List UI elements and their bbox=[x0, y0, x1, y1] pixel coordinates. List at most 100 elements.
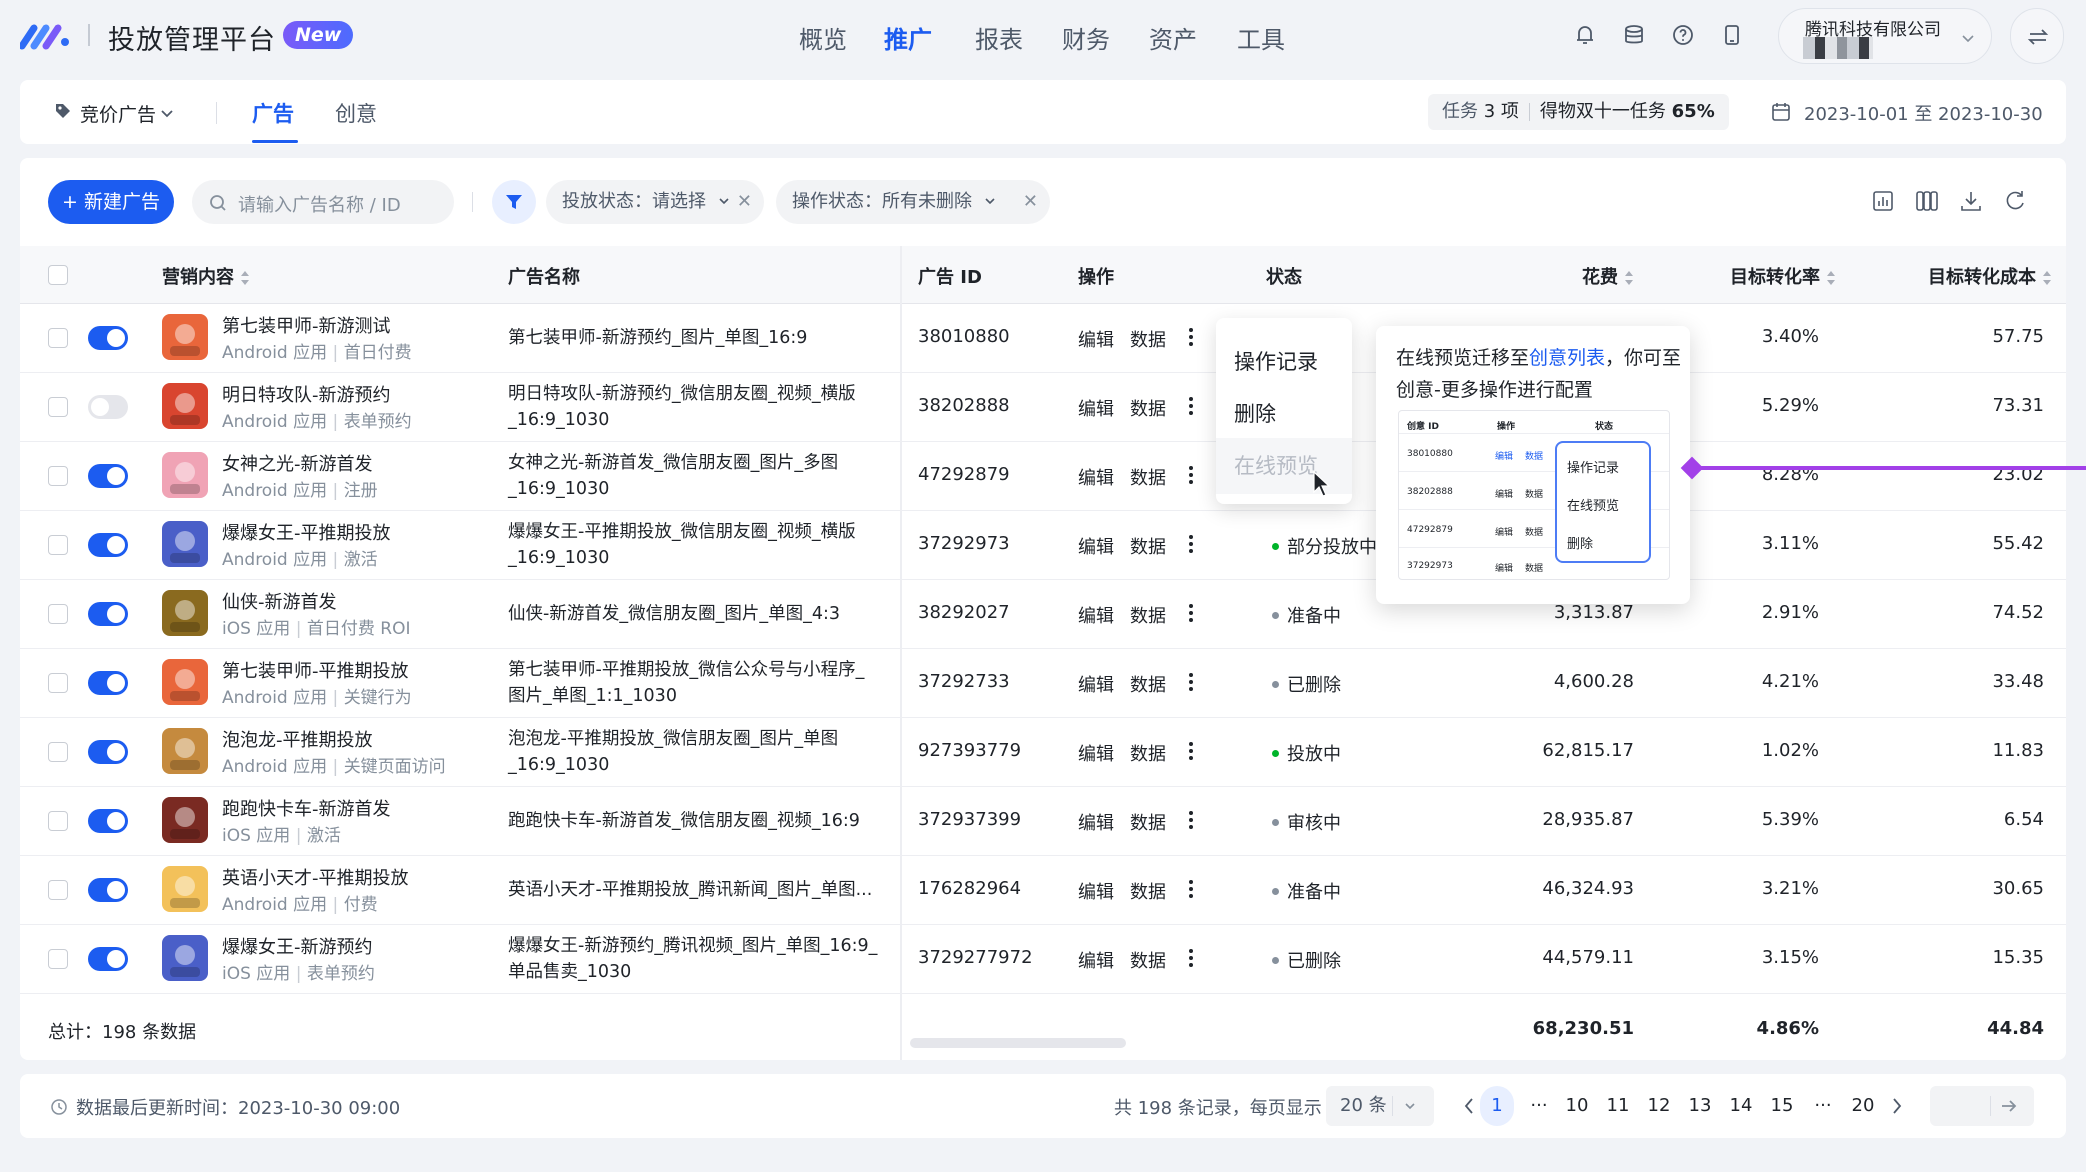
menu-item-online-preview[interactable]: 在线预览 bbox=[1234, 450, 1318, 480]
edit-link[interactable]: 编辑 bbox=[1078, 602, 1114, 628]
delivery-toggle[interactable] bbox=[88, 602, 128, 626]
clear-filter-icon[interactable]: ✕ bbox=[737, 180, 752, 224]
row-checkbox[interactable] bbox=[48, 949, 68, 969]
row-checkbox[interactable] bbox=[48, 328, 68, 348]
ad-type-dropdown[interactable]: 竞价广告 bbox=[80, 100, 156, 127]
edit-link[interactable]: 编辑 bbox=[1078, 326, 1114, 352]
more-actions-icon[interactable] bbox=[1188, 878, 1194, 900]
sort-icon[interactable] bbox=[1624, 270, 1634, 286]
delivery-toggle[interactable] bbox=[88, 947, 128, 971]
data-link[interactable]: 数据 bbox=[1130, 809, 1166, 835]
page-15[interactable]: 15 bbox=[1765, 1086, 1799, 1126]
edit-link[interactable]: 编辑 bbox=[1078, 878, 1114, 904]
delivery-toggle[interactable] bbox=[88, 395, 128, 419]
data-link[interactable]: 数据 bbox=[1130, 395, 1166, 421]
row-checkbox[interactable] bbox=[48, 466, 68, 486]
search-input[interactable]: 请输入广告名称 / ID bbox=[192, 180, 454, 224]
help-icon[interactable] bbox=[1670, 22, 1696, 48]
row-checkbox[interactable] bbox=[48, 604, 68, 624]
sort-icon[interactable] bbox=[1826, 270, 1836, 286]
brand-logo-icon[interactable] bbox=[20, 20, 72, 50]
delivery-status-filter[interactable]: 投放状态：请选择 ✕ bbox=[546, 180, 764, 224]
calendar-icon[interactable] bbox=[1770, 101, 1792, 123]
header-conversion-cost[interactable]: 目标转化成本 bbox=[1928, 263, 2052, 289]
row-checkbox[interactable] bbox=[48, 742, 68, 762]
nav-assets[interactable]: 资产 bbox=[1149, 20, 1197, 55]
chart-icon[interactable] bbox=[1870, 188, 1896, 214]
edit-link[interactable]: 编辑 bbox=[1078, 533, 1114, 559]
more-actions-icon[interactable] bbox=[1188, 740, 1194, 762]
delivery-toggle[interactable] bbox=[88, 464, 128, 488]
row-checkbox[interactable] bbox=[48, 673, 68, 693]
delivery-toggle[interactable] bbox=[88, 671, 128, 695]
ad-name[interactable]: 第七装甲师-平推期投放_微信公众号与小程序_ 图片_单图_1:1_1030 bbox=[508, 657, 888, 709]
edit-link[interactable]: 编辑 bbox=[1078, 395, 1114, 421]
data-link[interactable]: 数据 bbox=[1130, 671, 1166, 697]
page-ellipsis[interactable]: ··· bbox=[1522, 1086, 1556, 1126]
data-link[interactable]: 数据 bbox=[1130, 878, 1166, 904]
edit-link[interactable]: 编辑 bbox=[1078, 671, 1114, 697]
delivery-toggle[interactable] bbox=[88, 533, 128, 557]
ad-name[interactable]: 跑跑快卡车-新游首发_微信朋友圈_视频_16:9 bbox=[508, 808, 888, 834]
row-checkbox[interactable] bbox=[48, 880, 68, 900]
tab-creatives[interactable]: 创意 bbox=[335, 98, 377, 128]
more-actions-icon[interactable] bbox=[1188, 671, 1194, 693]
prev-page-icon[interactable] bbox=[1462, 1094, 1476, 1118]
data-link[interactable]: 数据 bbox=[1130, 602, 1166, 628]
data-link[interactable]: 数据 bbox=[1130, 740, 1166, 766]
ad-name[interactable]: 第七装甲师-新游预约_图片_单图_16:9 bbox=[508, 325, 888, 351]
page-11[interactable]: 11 bbox=[1601, 1086, 1635, 1126]
menu-item-delete[interactable]: 删除 bbox=[1234, 398, 1276, 428]
arrow-right-icon[interactable] bbox=[2000, 1098, 2018, 1114]
bell-icon[interactable] bbox=[1572, 22, 1598, 48]
operation-status-filter[interactable]: 操作状态：所有未删除 ✕ bbox=[776, 180, 1050, 224]
more-actions-icon[interactable] bbox=[1188, 464, 1194, 486]
ad-name[interactable]: 爆爆女王-平推期投放_微信朋友圈_视频_横版 _16:9_1030 bbox=[508, 519, 888, 571]
tab-ads[interactable]: 广告 bbox=[252, 98, 294, 128]
data-link[interactable]: 数据 bbox=[1130, 326, 1166, 352]
download-icon[interactable] bbox=[1958, 188, 1984, 214]
columns-icon[interactable] bbox=[1914, 188, 1940, 214]
more-actions-icon[interactable] bbox=[1188, 395, 1194, 417]
chevron-down-icon[interactable] bbox=[160, 107, 174, 121]
mobile-icon[interactable] bbox=[1719, 22, 1745, 48]
row-checkbox[interactable] bbox=[48, 535, 68, 555]
header-cost[interactable]: 花费 bbox=[1582, 263, 1634, 289]
filter-button[interactable] bbox=[492, 180, 536, 224]
more-actions-icon[interactable] bbox=[1188, 326, 1194, 348]
ad-name[interactable]: 女神之光-新游首发_微信朋友圈_图片_多图 _16:9_1030 bbox=[508, 450, 888, 502]
date-range-picker[interactable]: 2023-10-01 至 2023-10-30 bbox=[1804, 100, 2043, 126]
ad-name[interactable]: 英语小天才-平推期投放_腾讯新闻_图片_单图... bbox=[508, 877, 888, 903]
data-link[interactable]: 数据 bbox=[1130, 533, 1166, 559]
clear-filter-icon[interactable]: ✕ bbox=[1023, 180, 1038, 224]
page-10[interactable]: 10 bbox=[1560, 1086, 1594, 1126]
ad-name[interactable]: 明日特攻队-新游预约_微信朋友圈_视频_横版 _16:9_1030 bbox=[508, 381, 888, 433]
header-conversion-rate[interactable]: 目标转化率 bbox=[1730, 263, 1836, 289]
edit-link[interactable]: 编辑 bbox=[1078, 947, 1114, 973]
horizontal-scrollbar[interactable] bbox=[910, 1038, 1126, 1048]
page-12[interactable]: 12 bbox=[1642, 1086, 1676, 1126]
page-size-select[interactable]: 20 条 bbox=[1326, 1086, 1434, 1126]
row-checkbox[interactable] bbox=[48, 397, 68, 417]
select-all-checkbox[interactable] bbox=[48, 265, 68, 285]
header-content[interactable]: 营销内容 bbox=[162, 263, 250, 289]
more-actions-icon[interactable] bbox=[1188, 533, 1194, 555]
edit-link[interactable]: 编辑 bbox=[1078, 809, 1114, 835]
edit-link[interactable]: 编辑 bbox=[1078, 740, 1114, 766]
nav-promotion[interactable]: 推广 bbox=[884, 20, 932, 55]
delivery-toggle[interactable] bbox=[88, 809, 128, 833]
sort-icon[interactable] bbox=[240, 270, 250, 286]
data-link[interactable]: 数据 bbox=[1130, 464, 1166, 490]
refresh-icon[interactable] bbox=[2002, 188, 2028, 214]
ad-name[interactable]: 泡泡龙-平推期投放_微信朋友圈_图片_单图 _16:9_1030 bbox=[508, 726, 888, 778]
row-checkbox[interactable] bbox=[48, 811, 68, 831]
delivery-toggle[interactable] bbox=[88, 878, 128, 902]
ad-name[interactable]: 爆爆女王-新游预约_腾讯视频_图片_单图_16:9_ 单品售卖_1030 bbox=[508, 933, 888, 985]
page-13[interactable]: 13 bbox=[1683, 1086, 1717, 1126]
nav-reports[interactable]: 报表 bbox=[975, 20, 1023, 55]
delivery-toggle[interactable] bbox=[88, 326, 128, 350]
database-icon[interactable] bbox=[1621, 22, 1647, 48]
more-actions-icon[interactable] bbox=[1188, 809, 1194, 831]
page-20[interactable]: 20 bbox=[1846, 1086, 1880, 1126]
jump-to-page-input[interactable] bbox=[1930, 1086, 2034, 1126]
